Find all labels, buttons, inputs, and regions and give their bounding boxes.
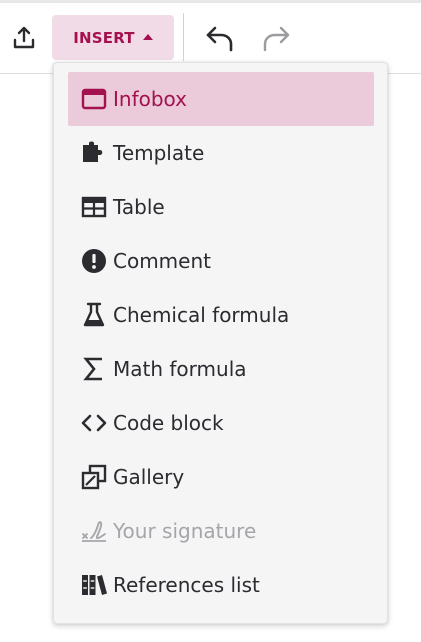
toolbar-divider-line: [0, 0, 421, 3]
comment-icon: [79, 246, 109, 276]
menu-item-label: Chemical formula: [113, 303, 290, 327]
upload-button[interactable]: [6, 20, 42, 56]
flask-icon: [79, 300, 109, 330]
insert-menu-button[interactable]: INSERT: [52, 15, 174, 60]
code-icon: [79, 408, 109, 438]
menu-item-your-signature: Your signature: [68, 504, 374, 558]
references-icon: [79, 570, 109, 600]
signature-icon: [79, 516, 109, 546]
menu-item-infobox[interactable]: Infobox: [68, 72, 374, 126]
menu-item-label: Infobox: [113, 87, 188, 111]
menu-item-chemical-formula[interactable]: Chemical formula: [68, 288, 374, 342]
menu-item-label: Table: [113, 195, 165, 219]
redo-icon: [263, 26, 290, 52]
menu-item-label: Template: [113, 141, 205, 165]
upload-icon: [13, 26, 35, 49]
undo-button[interactable]: [200, 19, 240, 57]
sigma-icon: [79, 354, 109, 384]
insert-button-label: INSERT: [73, 28, 135, 47]
menu-item-references-list[interactable]: References list: [68, 558, 374, 612]
menu-item-comment[interactable]: Comment: [68, 234, 374, 288]
menu-item-template[interactable]: Template: [68, 126, 374, 180]
infobox-icon: [79, 84, 109, 114]
caret-up-icon: [142, 34, 153, 40]
menu-item-label: Gallery: [113, 465, 185, 489]
puzzle-icon: [79, 138, 109, 168]
toolbar-divider: [183, 13, 184, 61]
insert-dropdown-menu: Infobox Template Table Comment Chemical …: [53, 62, 388, 624]
menu-item-table[interactable]: Table: [68, 180, 374, 234]
menu-item-label: Your signature: [113, 519, 257, 543]
menu-item-math-formula[interactable]: Math formula: [68, 342, 374, 396]
menu-item-label: Code block: [113, 411, 224, 435]
menu-item-gallery[interactable]: Gallery: [68, 450, 374, 504]
menu-item-code-block[interactable]: Code block: [68, 396, 374, 450]
redo-button[interactable]: [256, 19, 296, 57]
undo-icon: [206, 26, 233, 52]
table-icon: [79, 192, 109, 222]
menu-item-label: Math formula: [113, 357, 247, 381]
menu-item-label: References list: [113, 573, 260, 597]
gallery-icon: [79, 462, 109, 492]
menu-item-label: Comment: [113, 249, 211, 273]
